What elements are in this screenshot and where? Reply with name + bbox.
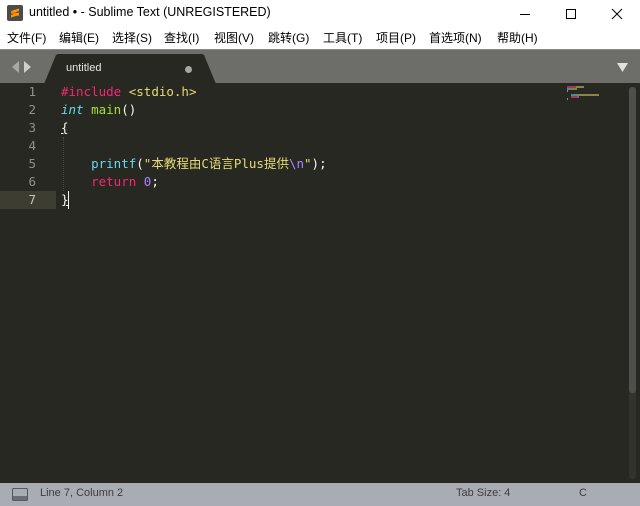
code-line[interactable]: return 0; xyxy=(61,173,159,191)
minimap-line xyxy=(567,90,568,92)
code-token: ); xyxy=(311,156,327,171)
code-token: int xyxy=(61,102,84,117)
code-token: ( xyxy=(136,156,144,171)
menu-preferences[interactable]: 首选项(N) xyxy=(429,28,482,48)
tab-nav-arrows[interactable] xyxy=(10,61,34,73)
line-number: 6 xyxy=(28,174,36,189)
code-token: printf xyxy=(91,156,137,171)
minimize-icon xyxy=(520,14,530,15)
editor-area[interactable]: 1 2 3 4 5 6 7 #include <stdio.h> int main… xyxy=(0,83,640,483)
code-line[interactable]: int main() xyxy=(61,101,136,119)
title-bar: untitled • - Sublime Text (UNREGISTERED) xyxy=(0,0,640,28)
code-token: #include xyxy=(61,84,122,99)
menu-goto[interactable]: 跳转(G) xyxy=(268,28,309,48)
tab-prev-icon[interactable] xyxy=(12,61,19,73)
panel-toggle-icon[interactable] xyxy=(12,488,28,501)
syntax-selector[interactable]: C xyxy=(579,487,587,499)
line-number: 4 xyxy=(28,138,36,153)
code-line[interactable]: printf("本教程由C语言Plus提供\n"); xyxy=(61,155,327,173)
tab-strip: untitled xyxy=(0,49,640,84)
tab-label: untitled xyxy=(66,62,102,74)
line-number: 3 xyxy=(28,120,36,135)
text-caret xyxy=(68,191,69,209)
window-title: untitled • - Sublime Text (UNREGISTERED) xyxy=(29,5,271,19)
minimap[interactable] xyxy=(567,86,607,106)
menu-edit[interactable]: 编辑(E) xyxy=(59,28,99,48)
code-token: main xyxy=(91,102,122,117)
minimap-line xyxy=(567,98,568,100)
close-icon xyxy=(611,8,623,20)
tab-size-selector[interactable]: Tab Size: 4 xyxy=(456,487,510,499)
scrollbar-thumb[interactable] xyxy=(629,87,636,393)
code-token: <stdio.h> xyxy=(128,84,197,99)
menu-view[interactable]: 视图(V) xyxy=(214,28,254,48)
code-token: ; xyxy=(151,174,159,189)
code-token: { xyxy=(61,120,69,135)
code-line[interactable]: #include <stdio.h> xyxy=(61,83,196,101)
line-number: 1 xyxy=(28,84,36,99)
minimap-line xyxy=(577,94,599,96)
tab-dropdown-icon[interactable] xyxy=(617,63,628,72)
maximize-button[interactable] xyxy=(548,0,594,28)
close-button[interactable] xyxy=(594,0,640,28)
minimap-line xyxy=(576,86,584,88)
menu-help[interactable]: 帮助(H) xyxy=(497,28,538,48)
menu-file[interactable]: 文件(F) xyxy=(7,28,46,48)
code-token: "本教程由C语言Plus提供 xyxy=(143,156,289,171)
code-line[interactable]: { xyxy=(61,119,69,137)
line-number: 5 xyxy=(28,156,36,171)
tab-untitled[interactable]: untitled xyxy=(44,54,216,84)
unsaved-dot-icon[interactable] xyxy=(185,66,192,73)
code-token: () xyxy=(121,102,137,117)
minimap-line xyxy=(577,96,579,98)
line-gutter: 1 2 3 4 5 6 7 xyxy=(0,83,52,483)
menu-tools[interactable]: 工具(T) xyxy=(323,28,362,48)
tab-next-icon[interactable] xyxy=(24,61,31,73)
menu-find[interactable]: 查找(I) xyxy=(164,28,199,48)
code-token: \n xyxy=(288,156,305,171)
minimize-button[interactable] xyxy=(502,0,548,28)
menu-bar: 文件(F) 编辑(E) 选择(S) 查找(I) 视图(V) 跳转(G) 工具(T… xyxy=(0,28,640,48)
line-number-current: 7 xyxy=(28,192,36,207)
menu-selection[interactable]: 选择(S) xyxy=(112,28,152,48)
cursor-position: Line 7, Column 2 xyxy=(40,487,124,499)
maximize-icon xyxy=(566,9,576,19)
code-token: return xyxy=(91,174,137,189)
line-number: 2 xyxy=(28,102,36,117)
status-bar: Line 7, Column 2 Tab Size: 4 C xyxy=(0,483,640,506)
code-token: " xyxy=(304,156,312,171)
menu-project[interactable]: 项目(P) xyxy=(376,28,416,48)
minimap-line xyxy=(571,88,577,90)
sublime-logo-icon xyxy=(7,5,23,21)
